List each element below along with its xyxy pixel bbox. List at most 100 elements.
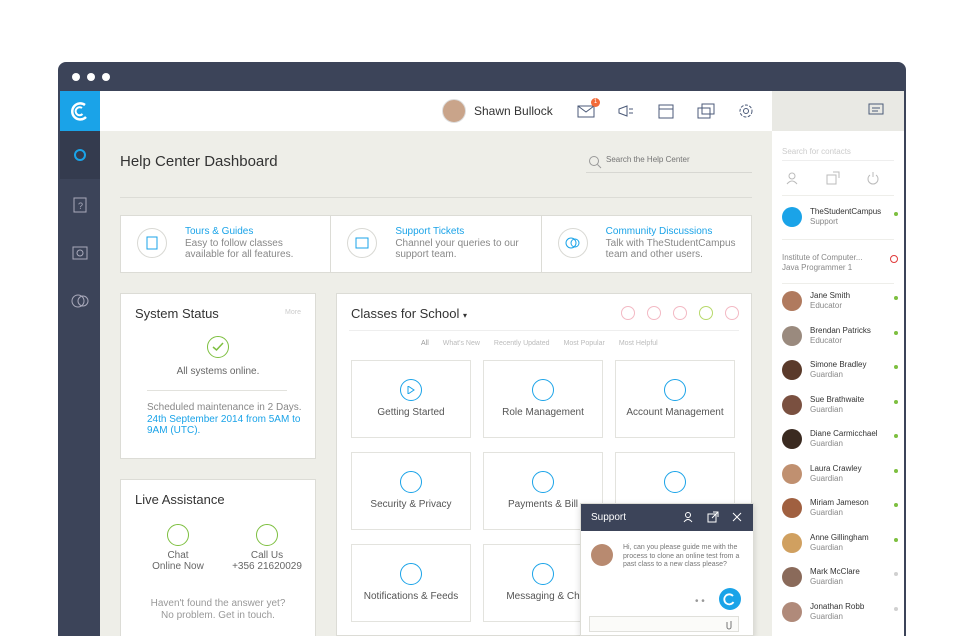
contact-role: Guardian xyxy=(810,577,843,586)
classes-dropdown[interactable]: Classes for School ▾ xyxy=(351,306,467,321)
calendar-icon xyxy=(658,104,674,119)
tab-most-popular[interactable]: Most Popular xyxy=(564,340,605,347)
nav-item-home[interactable] xyxy=(60,131,100,179)
contact-role: Educator xyxy=(810,335,843,345)
play-icon xyxy=(400,379,422,401)
lock-icon xyxy=(400,471,422,493)
tile-notifications[interactable]: Notifications & Feeds xyxy=(351,544,471,622)
contacts-search-input[interactable]: Search for contacts xyxy=(782,147,894,161)
contact-pinned[interactable]: TheStudentCampus Support xyxy=(782,205,898,235)
contacts-sidebar: Search for contacts TheStudentCampus Sup… xyxy=(772,131,904,636)
tile-getting-started[interactable]: Getting Started xyxy=(351,360,471,438)
tab-whats-new[interactable]: What's New xyxy=(443,340,480,347)
tile-label: Getting Started xyxy=(377,407,445,418)
system-status-panel: System Status More All systems online. S… xyxy=(120,293,316,459)
maintenance-text: Scheduled maintenance in 2 Days. xyxy=(147,402,302,413)
contact-name: Simone Bradley xyxy=(810,360,867,369)
contact-item[interactable]: Diane Carmicchael Guardian xyxy=(782,427,898,457)
user-menu[interactable]: Shawn Bullock xyxy=(442,99,553,123)
contacts-header xyxy=(772,91,904,131)
class-tabs: All What's New Recently Updated Most Pop… xyxy=(421,340,658,347)
left-nav: ? xyxy=(60,91,100,636)
chat-online-button[interactable]: Chat Online Now xyxy=(151,524,205,572)
contact-item[interactable]: Mark McClare Guardian xyxy=(782,565,898,595)
ticket-icon xyxy=(72,246,88,260)
avatar xyxy=(782,567,802,587)
windows-button[interactable] xyxy=(696,102,716,120)
guide-card-tours[interactable]: Tours & Guides Easy to follow classes av… xyxy=(121,216,332,272)
tab-all[interactable]: All xyxy=(421,340,429,347)
contact-item[interactable]: Jane Smith Educator xyxy=(782,289,898,319)
calendar-button[interactable] xyxy=(656,102,676,120)
app: ? Shawn Bullock 1 Help Center Dashboard … xyxy=(60,91,904,636)
contact-item[interactable]: Laura Crawley Guardian xyxy=(782,462,898,492)
popout-icon[interactable] xyxy=(707,511,719,523)
contacts-toggle-button[interactable] xyxy=(868,103,884,122)
status-dot xyxy=(894,434,898,438)
help-search[interactable] xyxy=(586,153,752,173)
close-icon[interactable] xyxy=(731,511,743,523)
contact-item[interactable]: Sue Brathwaite Guardian xyxy=(782,393,898,423)
add-user-icon[interactable] xyxy=(683,511,695,523)
contact-item[interactable]: Anne Gillingham Guardian xyxy=(782,531,898,561)
status-dot xyxy=(894,212,898,216)
tile-role-management[interactable]: Role Management xyxy=(483,360,603,438)
nav-item-discussions[interactable] xyxy=(60,277,100,325)
tile-security[interactable]: Security & Privacy xyxy=(351,452,471,530)
contact-group[interactable]: Institute of Computer... Java Programmer… xyxy=(782,251,898,281)
popout-icon[interactable] xyxy=(826,171,840,185)
footer-text: Haven't found the answer yet? xyxy=(150,598,286,609)
more-link[interactable]: More xyxy=(285,309,301,316)
nav-item-tickets[interactable] xyxy=(60,229,100,277)
search-icon xyxy=(589,156,602,169)
contact-name: Sue Brathwaite xyxy=(810,394,865,404)
contact-name: Jane Smith xyxy=(810,291,851,300)
footer-text-2: No problem. Get in touch. xyxy=(161,610,275,621)
app-logo[interactable] xyxy=(60,91,100,131)
guide-card-community[interactable]: Community Discussions Talk with TheStude… xyxy=(542,216,751,272)
filter-icon[interactable] xyxy=(699,306,713,320)
status-dot xyxy=(894,330,898,335)
settings-button[interactable] xyxy=(736,102,756,120)
filter-icon[interactable] xyxy=(673,306,687,320)
tile-account-management[interactable]: Account Management xyxy=(615,360,735,438)
filter-icon[interactable] xyxy=(647,306,661,320)
contact-role: Guardian xyxy=(810,370,843,379)
guide-card-tickets[interactable]: Support Tickets Channel your queries to … xyxy=(331,216,542,272)
filter-icon[interactable] xyxy=(621,306,635,320)
tab-most-helpful[interactable]: Most Helpful xyxy=(619,340,658,347)
contact-item[interactable]: Miriam Jameson Guardian xyxy=(782,496,898,526)
contact-role: Guardian xyxy=(810,404,843,414)
panel-title: Live Assistance xyxy=(135,492,225,507)
status-dot xyxy=(894,537,898,542)
mail-button[interactable]: 1 xyxy=(576,98,600,120)
guide-desc: Easy to follow classes available for all… xyxy=(185,238,294,260)
guide-desc: Talk with TheStudentCampus team and othe… xyxy=(605,238,736,260)
bell-icon xyxy=(400,563,422,585)
avatar xyxy=(782,601,802,622)
call-us-button[interactable]: Call Us +356 21620029 xyxy=(225,524,309,572)
svg-text:?: ? xyxy=(78,201,83,211)
nav-item-guides[interactable]: ? xyxy=(60,181,100,229)
contact-item[interactable]: Brendan Patricks Educator xyxy=(782,324,898,354)
avatar xyxy=(782,532,802,553)
add-user-icon[interactable] xyxy=(786,171,800,185)
contact-role: Guardian xyxy=(810,542,843,552)
contact-name: Laura Crawley xyxy=(810,463,862,473)
contact-item[interactable]: Jonathan Robb Guardian xyxy=(782,600,898,630)
contact-role: Guardian xyxy=(810,508,843,517)
contact-item[interactable]: Simone Bradley Guardian xyxy=(782,358,898,388)
guide-title: Tours & Guides xyxy=(185,226,254,237)
contact-name: Jonathan Robb xyxy=(810,601,865,611)
power-icon[interactable] xyxy=(866,171,880,185)
filter-icon[interactable] xyxy=(725,306,739,320)
tab-recently-updated[interactable]: Recently Updated xyxy=(494,340,550,347)
logo-icon xyxy=(71,102,87,121)
guide-title: Community Discussions xyxy=(605,226,713,237)
status-dot xyxy=(894,503,898,507)
search-input[interactable] xyxy=(606,155,746,164)
ticket-icon xyxy=(347,228,378,258)
chat-input[interactable] xyxy=(589,616,739,632)
attachment-icon[interactable] xyxy=(726,619,734,630)
announcements-button[interactable] xyxy=(616,102,636,120)
